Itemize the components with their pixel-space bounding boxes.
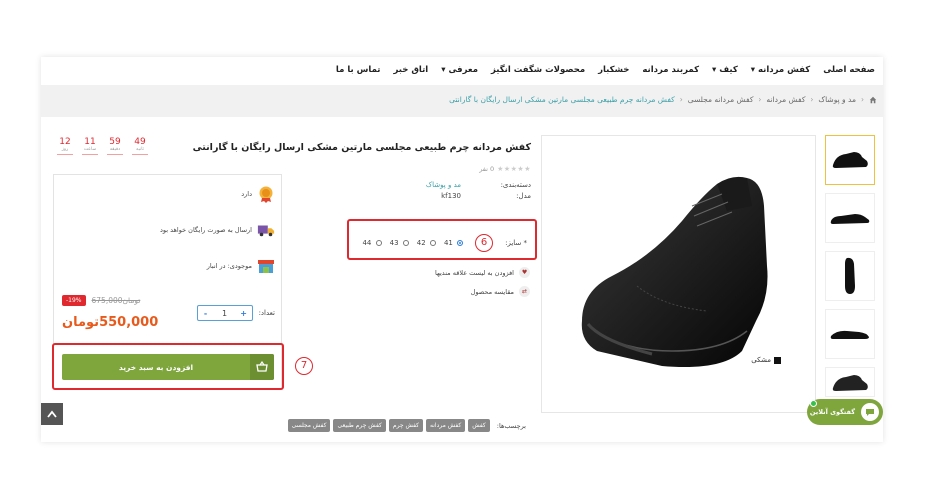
- quantity-row: تعداد: - 1 +: [196, 305, 275, 321]
- rating-row: ★★★★★ 0 نفر: [231, 165, 531, 173]
- chevron-left-icon: ‹: [758, 95, 762, 104]
- stock-row: موجودی: در انبار: [207, 257, 275, 275]
- breadcrumb-current: کفش مردانه چرم طبیعی مجلسی مارتین مشکی ا…: [449, 95, 675, 104]
- rating-count: 0 نفر: [479, 165, 495, 173]
- thumbnail-strip: [825, 135, 875, 405]
- radio-unselected[interactable]: [402, 240, 409, 246]
- tag-item[interactable]: کفش مجلسی: [287, 419, 331, 432]
- category-label: دسته‌بندی:: [500, 181, 531, 189]
- size-option-42[interactable]: 42: [417, 239, 436, 247]
- breadcrumb: ‹ مد و پوشاک ‹ کفش مردانه ‹ کفش مردانه م…: [41, 85, 883, 117]
- countdown-hours: 11 ساعت: [82, 137, 98, 155]
- chevron-left-icon: ‹: [810, 95, 814, 104]
- breadcrumb-item[interactable]: کفش مردانه مجلسی: [688, 95, 754, 104]
- countdown-seconds: 49 ثانیه: [132, 137, 148, 155]
- nav-item-newsroom[interactable]: اتاق خبر: [393, 65, 428, 75]
- home-icon[interactable]: [869, 96, 877, 104]
- annotation-marker-7: 7: [295, 357, 313, 375]
- model-label: مدل:: [516, 192, 531, 200]
- product-tags: برچسب‌ها: کفش کفش مردانه کفش چرم کفش چرم…: [266, 419, 526, 432]
- old-price-row: -19% 675,000تومان: [62, 295, 140, 306]
- old-price: 675,000تومان: [91, 296, 141, 305]
- add-to-cart-button[interactable]: افزودن به سبد خرید: [62, 354, 274, 380]
- basket-icon: [250, 354, 274, 380]
- nav-item-about[interactable]: معرفی ▾: [441, 65, 478, 75]
- main-nav: صفحه اصلی کفش مردانه ▾ کیف ▾ کمربند مردا…: [41, 57, 883, 85]
- model-value: kf130: [441, 192, 461, 200]
- stock-text: موجودی: در انبار: [206, 262, 252, 270]
- chevron-left-icon: ‹: [861, 95, 864, 104]
- chat-label: گفتگوی آنلاین: [809, 408, 855, 416]
- warranty-row: دارد: [241, 185, 275, 203]
- countdown-timer: 12 روز 11 ساعت 59 دقیقه 49 ثانیه: [57, 137, 148, 155]
- warehouse-icon: [258, 260, 274, 273]
- wishlist-link[interactable]: ♥ افزودن به لیست علاقه مندیها: [435, 267, 530, 278]
- tag-item[interactable]: کفش: [468, 419, 490, 432]
- heart-icon: ♥: [519, 267, 530, 278]
- warranty-badge-icon: [259, 186, 273, 203]
- thumbnail-2[interactable]: [825, 193, 875, 243]
- star-rating-icon[interactable]: ★★★★★: [497, 165, 531, 173]
- chevron-up-icon: [47, 410, 57, 418]
- color-swatch: [774, 356, 781, 364]
- online-chat-button[interactable]: گفتگوی آنلاین: [807, 399, 883, 425]
- product-main-image[interactable]: مشکی: [541, 135, 816, 413]
- shoe-image: [581, 176, 768, 367]
- wishlist-label: افزودن به لیست علاقه مندیها: [435, 268, 514, 277]
- color-label: مشکی: [751, 356, 771, 364]
- breadcrumb-item[interactable]: مد و پوشاک: [818, 95, 856, 104]
- countdown-minutes: 59 دقیقه: [107, 137, 123, 155]
- nav-item-bags[interactable]: کیف ▾: [712, 65, 738, 75]
- delivery-truck-icon: [257, 225, 275, 237]
- tag-item[interactable]: کفش چرم طبیعی: [333, 419, 386, 432]
- radio-unselected[interactable]: [429, 240, 436, 246]
- thumbnail-4[interactable]: [825, 309, 875, 359]
- page-frame: صفحه اصلی کفش مردانه ▾ کیف ▾ کمربند مردا…: [41, 57, 883, 442]
- countdown-days: 12 روز: [57, 137, 73, 155]
- nav-item-belts[interactable]: کمربند مردانه: [642, 65, 699, 75]
- scroll-to-top-button[interactable]: [41, 403, 63, 425]
- radio-selected[interactable]: [457, 240, 464, 246]
- breadcrumb-item[interactable]: کفش مردانه: [766, 95, 805, 104]
- new-price: 550,000تومان: [62, 315, 159, 330]
- thumbnail-3[interactable]: [825, 251, 875, 301]
- size-label: * سایز:: [505, 239, 527, 247]
- shipping-row: ارسال به صورت رایگان خواهد بود: [160, 221, 275, 239]
- quantity-value[interactable]: 1: [217, 309, 233, 318]
- nav-item-dried-fruit[interactable]: خشکبار: [598, 65, 629, 75]
- tag-item[interactable]: کفش چرم: [388, 419, 424, 432]
- size-option-44[interactable]: 44: [362, 239, 382, 247]
- quantity-plus-button[interactable]: +: [236, 309, 252, 318]
- tag-item[interactable]: کفش مردانه: [426, 419, 466, 432]
- product-title: کفش مردانه چرم طبیعی مجلسی مارتین مشکی ا…: [192, 142, 531, 153]
- quantity-stepper[interactable]: - 1 +: [196, 305, 253, 321]
- size-option-41[interactable]: 41: [444, 239, 464, 247]
- quantity-minus-button[interactable]: -: [198, 309, 214, 318]
- thumbnail-5[interactable]: [825, 367, 875, 397]
- radio-unselected[interactable]: [375, 240, 382, 246]
- compare-icon: ⇄: [519, 286, 530, 297]
- tags-label: برچسب‌ها:: [496, 421, 526, 430]
- add-to-cart-highlight: افزودن به سبد خرید: [52, 343, 284, 390]
- shipping-text: ارسال به صورت رایگان خواهد بود: [159, 226, 252, 234]
- warranty-text: دارد: [241, 190, 252, 198]
- color-indicator: مشکی: [751, 356, 781, 364]
- quantity-label: تعداد:: [258, 309, 275, 317]
- nav-item-men-shoes[interactable]: کفش مردانه ▾: [751, 65, 810, 75]
- compare-link[interactable]: ⇄ مقایسه محصول: [471, 286, 530, 297]
- nav-item-amazing-products[interactable]: محصولات شگفت انگیز: [491, 65, 585, 75]
- discount-badge: -19%: [62, 295, 86, 306]
- chat-bubble-icon: [861, 403, 879, 421]
- size-selector-highlight: * سایز: 6 41 42 43 44: [347, 219, 537, 260]
- category-link[interactable]: مد و پوشاک: [426, 181, 461, 189]
- size-option-43[interactable]: 43: [390, 239, 409, 247]
- chevron-left-icon: ‹: [679, 95, 683, 104]
- online-status-dot: [810, 400, 817, 407]
- annotation-marker-6: 6: [475, 234, 494, 252]
- add-to-cart-label: افزودن به سبد خرید: [118, 362, 194, 372]
- thumbnail-1[interactable]: [825, 135, 875, 185]
- nav-item-home[interactable]: صفحه اصلی: [823, 65, 875, 75]
- nav-item-contact[interactable]: تماس با ما: [336, 65, 381, 75]
- compare-label: مقایسه محصول: [470, 287, 514, 296]
